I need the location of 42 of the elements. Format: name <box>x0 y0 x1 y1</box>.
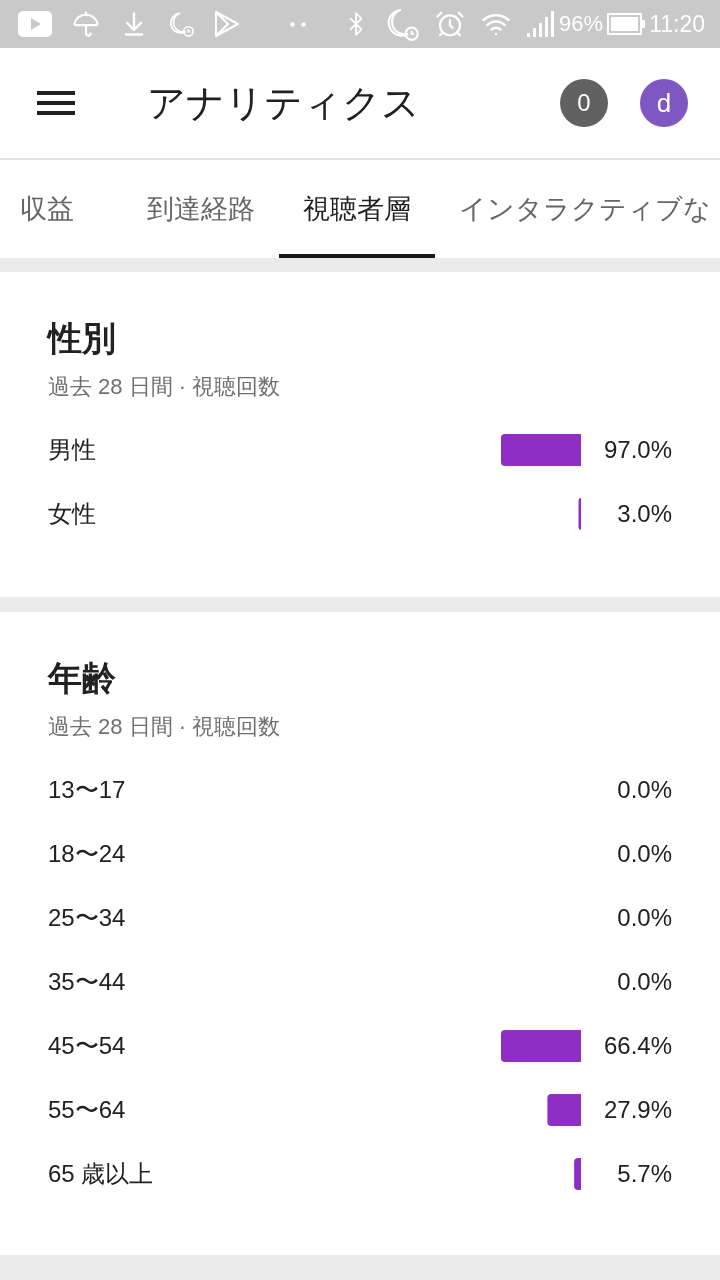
value-label: 0.0% <box>617 903 672 933</box>
category-label: 18〜24 <box>48 839 126 869</box>
value-label: 0.0% <box>617 967 672 997</box>
moon-alarm-icon <box>385 7 420 41</box>
category-label: 25〜34 <box>48 903 126 933</box>
bar <box>574 1158 581 1190</box>
section-subtitle: 過去 28 日間 · 視聴回数 <box>48 373 282 401</box>
tab[interactable]: 視聴者層 <box>279 160 435 258</box>
category-label: 55〜64 <box>48 1095 126 1125</box>
value-label: 0.0% <box>617 839 672 869</box>
notification-count-badge[interactable]: 0 <box>560 79 608 127</box>
account-avatar[interactable]: d <box>640 79 688 127</box>
value-label: 5.7% <box>617 1159 672 1189</box>
category-label: 女性 <box>48 499 96 529</box>
category-label: 35〜44 <box>48 967 126 997</box>
category-label: 13〜17 <box>48 775 126 805</box>
category-label: 男性 <box>48 435 96 465</box>
value-label: 66.4% <box>603 1031 672 1061</box>
category-label: 45〜54 <box>48 1031 126 1061</box>
section-title: 年齢 <box>48 658 117 698</box>
more-dots-icon <box>290 21 306 27</box>
section-title: 性別 <box>48 318 117 358</box>
value-label: 97.0% <box>603 435 672 465</box>
battery-icon <box>607 13 646 35</box>
tab[interactable]: 到達経路 <box>123 160 279 258</box>
section-subtitle: 過去 28 日間 · 視聴回数 <box>48 713 282 741</box>
value-label: 0.0% <box>617 775 672 805</box>
category-label: 65 歳以上 <box>48 1159 154 1189</box>
moon-alarm-icon <box>168 11 194 37</box>
signal-icon <box>527 11 556 37</box>
tab[interactable]: インタラクティブな <box>435 160 720 258</box>
value-label: 3.0% <box>617 499 672 529</box>
tab[interactable]: 収益 <box>0 160 123 258</box>
video-play-icon <box>18 11 52 37</box>
bar <box>578 498 581 530</box>
menu-icon[interactable] <box>37 91 75 115</box>
value-label: 27.9% <box>603 1095 672 1125</box>
umbrella-icon <box>72 10 100 38</box>
play-triangle-icon <box>214 10 240 38</box>
alarm-clock-icon <box>435 9 466 39</box>
bar <box>547 1094 581 1126</box>
page-title: アナリティクス <box>147 81 420 126</box>
